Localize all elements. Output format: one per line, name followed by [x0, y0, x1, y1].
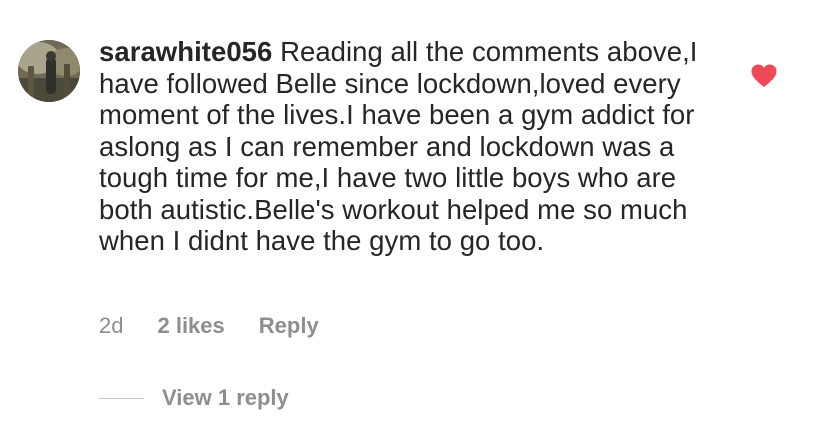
reply-button[interactable]: Reply	[259, 313, 319, 339]
comment: sarawhite056 Reading all the comments ab…	[0, 0, 815, 426]
view-replies-divider	[99, 397, 144, 399]
likes-count-link[interactable]: 2 likes	[157, 313, 224, 339]
view-replies-label: View 1 reply	[162, 385, 289, 410]
avatar[interactable]	[18, 40, 80, 102]
view-replies-button[interactable]: View 1 reply	[99, 382, 289, 414]
avatar-image	[18, 40, 80, 102]
comment-username[interactable]: sarawhite056	[99, 36, 272, 67]
comment-text: Reading all the comments above,I have fo…	[99, 36, 698, 256]
comment-meta: 2d 2 likes Reply	[99, 311, 319, 341]
heart-icon	[751, 64, 777, 87]
comment-body: sarawhite056 Reading all the comments ab…	[99, 36, 699, 257]
like-button[interactable]	[751, 64, 777, 88]
comment-timestamp: 2d	[99, 313, 124, 338]
